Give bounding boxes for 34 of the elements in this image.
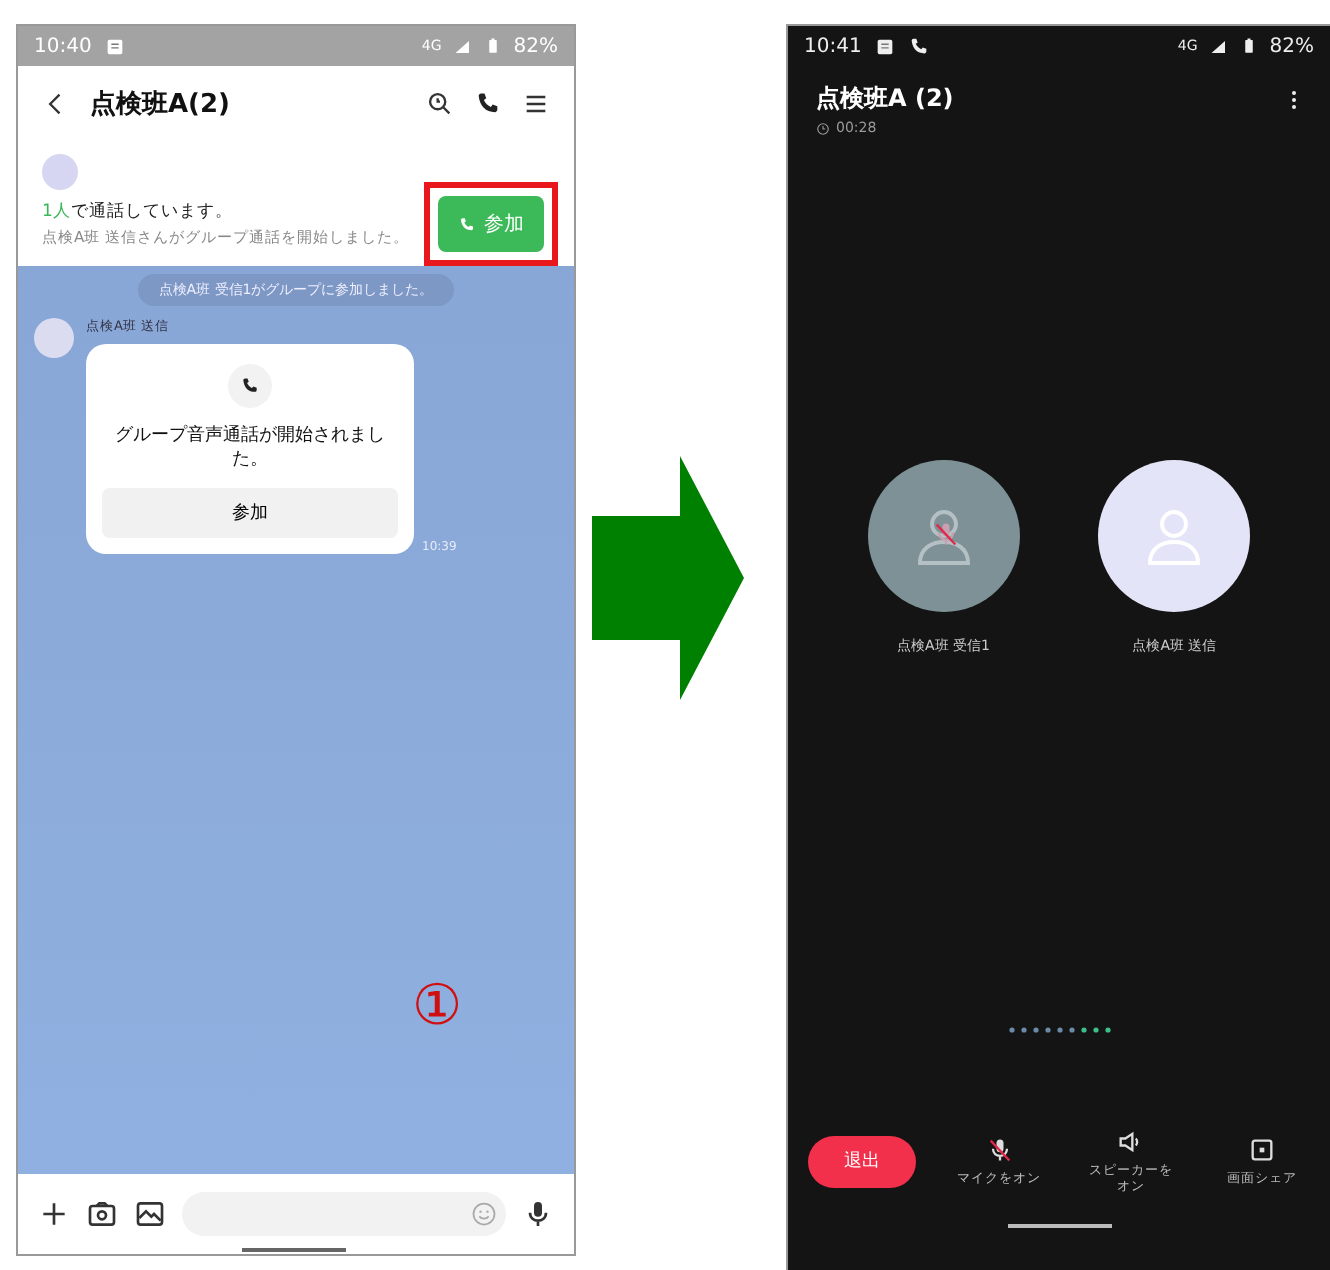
message-field[interactable] (182, 1192, 506, 1236)
battery-level: 82% (1269, 35, 1314, 57)
avatar-circle (34, 318, 74, 358)
notification-icon (873, 35, 896, 57)
signal-icon (453, 37, 472, 55)
mic-off-icon (985, 1136, 1014, 1165)
camera-icon[interactable] (86, 1198, 118, 1230)
battery-level: 82% (513, 35, 558, 57)
signal-icon (1209, 37, 1228, 55)
phone-icon (907, 35, 930, 57)
call-title: 点検班A (2) (816, 82, 956, 116)
status-time: 10:40 (34, 35, 92, 57)
battery-icon (483, 36, 502, 56)
join-button[interactable]: 参加 (102, 488, 398, 539)
phone-icon[interactable] (474, 90, 502, 118)
avatar-circle (42, 154, 78, 190)
menu-icon[interactable] (522, 90, 550, 118)
message-text: グループ音声通話が開始されました。 (113, 424, 387, 473)
search-icon[interactable] (426, 90, 454, 118)
notification-icon (103, 35, 126, 57)
status-time: 10:41 (804, 35, 862, 57)
muted-mic-icon (931, 520, 960, 548)
screen-share-icon (1247, 1136, 1276, 1165)
audio-level-dots (1005, 1024, 1113, 1036)
phone-icon (240, 376, 260, 396)
phone-icon (458, 215, 476, 233)
chat-title: 点検班A(2) (90, 88, 232, 122)
call-status-text: 1人で通話しています。 (42, 201, 235, 224)
battery-icon (1239, 36, 1258, 56)
image-icon[interactable] (134, 1198, 166, 1230)
leave-button[interactable]: 退出 (808, 1135, 916, 1188)
clock-icon (816, 121, 830, 135)
plus-icon[interactable] (38, 1198, 70, 1230)
step-number: ① (412, 972, 462, 1038)
